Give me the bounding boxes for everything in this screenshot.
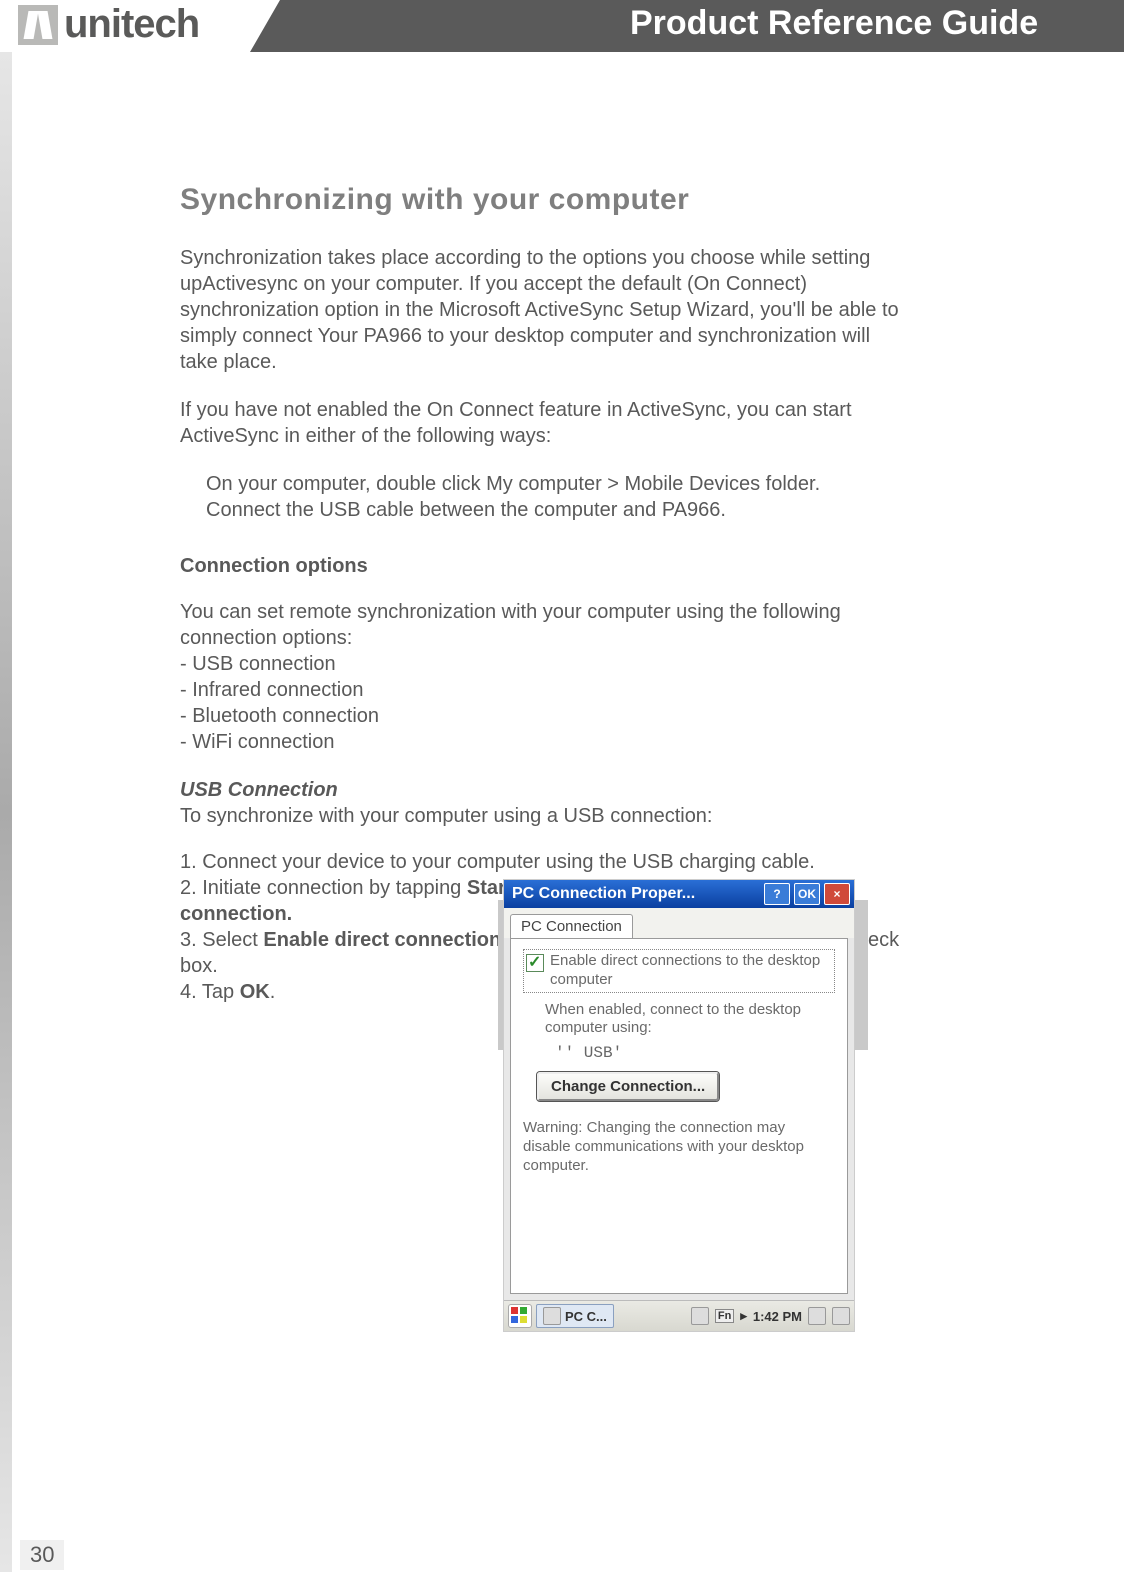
taskbar-app[interactable]: PC C... <box>536 1304 614 1328</box>
connection-option: WiFi connection <box>180 729 900 755</box>
connection-option: Bluetooth connection <box>180 703 900 729</box>
section-title: Synchronizing with your computer <box>180 180 900 219</box>
change-connection-button[interactable]: Change Connection... <box>537 1072 719 1101</box>
step-text: 3. Select <box>180 929 263 951</box>
window-title: PC Connection Proper... <box>512 885 760 903</box>
usb-connection-heading: USB Connection <box>180 777 900 803</box>
step-text: . <box>270 981 276 1003</box>
start-button[interactable] <box>508 1304 532 1328</box>
step-text: 2. Initiate connection by tapping <box>180 877 467 899</box>
way-item: On your computer, double click My comput… <box>206 471 900 497</box>
document-title: Product Reference Guide <box>630 4 1038 43</box>
tray-icon[interactable] <box>808 1307 826 1325</box>
taskbar-app-label: PC C... <box>565 1309 607 1324</box>
tray-arrow-icon: ▸ <box>740 1308 747 1324</box>
connection-options-intro: You can set remote synchronization with … <box>180 599 900 651</box>
checkbox-checked-icon[interactable] <box>526 954 544 972</box>
logo-mark-icon <box>18 5 58 45</box>
help-button[interactable]: ? <box>764 883 790 905</box>
step-text: 4. Tap <box>180 981 240 1003</box>
when-enabled-text: When enabled, connect to the desktop com… <box>523 1001 835 1039</box>
step-bold: OK <box>240 981 270 1003</box>
connection-value: '' USB' <box>523 1044 835 1062</box>
intro-paragraph-2: If you have not enabled the On Connect f… <box>180 397 900 449</box>
ok-button[interactable]: OK <box>794 883 820 905</box>
tab-pc-connection[interactable]: PC Connection <box>510 914 633 938</box>
intro-paragraph-1: Synchronization takes place according to… <box>180 245 900 375</box>
app-icon <box>543 1307 561 1325</box>
tray-icon[interactable] <box>691 1307 709 1325</box>
connection-option: Infrared connection <box>180 677 900 703</box>
page-header: unitech Product Reference Guide <box>0 0 1124 52</box>
connection-options-heading: Connection options <box>180 553 900 579</box>
enable-direct-connections-row[interactable]: Enable direct connections to the desktop… <box>523 949 835 993</box>
usb-connection-intro: To synchronize with your computer using … <box>180 803 900 829</box>
taskbar: PC C... Fn ▸ 1:42 PM <box>504 1300 854 1331</box>
step-1: 1. Connect your device to your computer … <box>180 849 900 875</box>
brand-logo: unitech <box>18 2 199 47</box>
left-edge-stripe <box>0 52 12 1572</box>
clock: 1:42 PM <box>753 1309 802 1324</box>
fn-indicator: Fn <box>715 1309 734 1323</box>
checkbox-label: Enable direct connections to the desktop… <box>550 952 832 990</box>
dialog-panel: Enable direct connections to the desktop… <box>510 938 848 1294</box>
connection-options-list: USB connection Infrared connection Bluet… <box>180 651 900 755</box>
system-tray: Fn ▸ 1:42 PM <box>691 1307 850 1325</box>
page-number: 30 <box>20 1540 64 1570</box>
device-screenshot: PC Connection Proper... ? OK × PC Connec… <box>504 880 854 1331</box>
way-item: Connect the USB cable between the comput… <box>206 497 900 523</box>
brand-name: unitech <box>64 2 199 47</box>
header-banner: Product Reference Guide <box>280 0 1124 52</box>
tray-icon[interactable] <box>832 1307 850 1325</box>
close-button[interactable]: × <box>824 883 850 905</box>
tab-bar: PC Connection <box>504 908 854 938</box>
window-titlebar: PC Connection Proper... ? OK × <box>504 880 854 908</box>
ways-list: On your computer, double click My comput… <box>180 471 900 523</box>
connection-option: USB connection <box>180 651 900 677</box>
warning-text: Warning: Changing the connection may dis… <box>523 1119 835 1175</box>
windows-flag-icon <box>511 1307 527 1323</box>
